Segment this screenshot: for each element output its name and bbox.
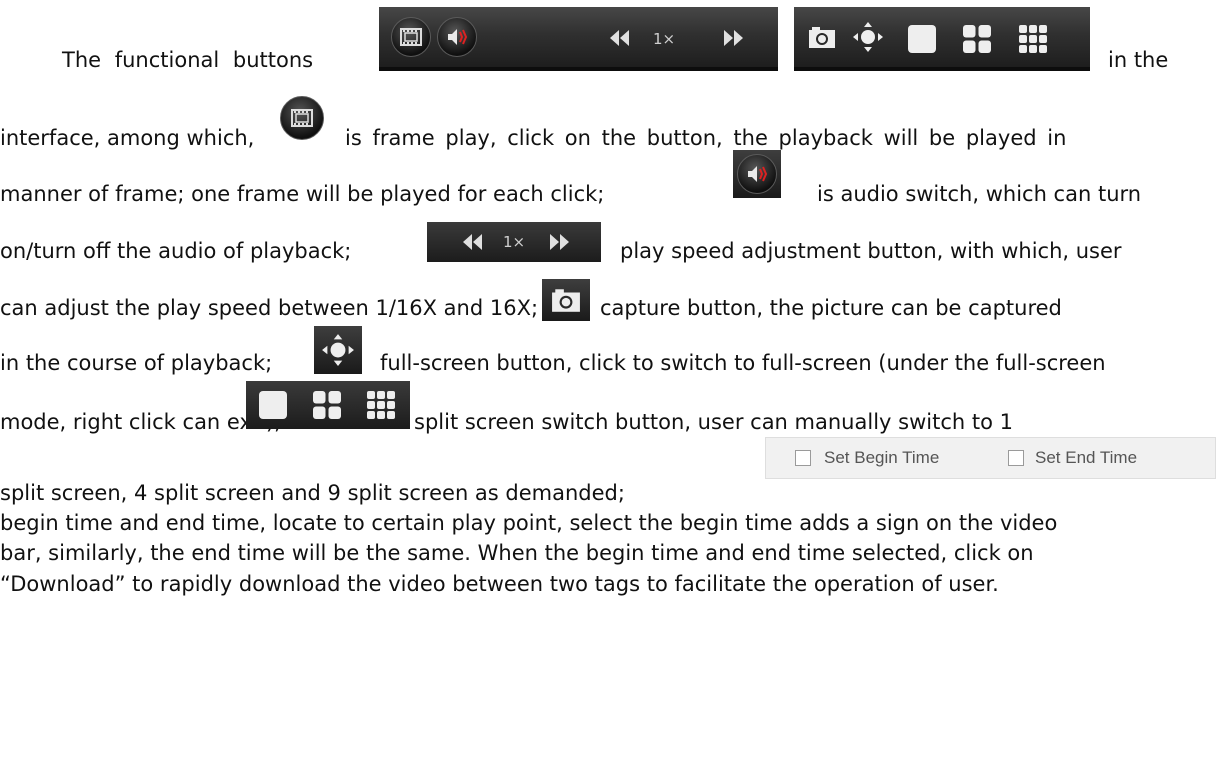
paragraph-text: manner of frame; one frame will be playe… (0, 182, 605, 206)
playback-tools-bar (794, 7, 1090, 71)
nine-split-icon (366, 390, 396, 420)
fullscreen-icon-inline (314, 326, 362, 374)
paragraph-text: begin time and end time, locate to certa… (0, 511, 1058, 535)
rewind-icon[interactable] (608, 29, 630, 47)
set-begin-time-label: Set Begin Time (824, 448, 940, 467)
fullscreen-icon[interactable] (852, 21, 884, 53)
film-icon (291, 109, 313, 127)
paragraph-text: can adjust the play speed between 1/16X … (0, 296, 539, 320)
paragraph-text: in the course of playback; (0, 351, 273, 375)
playback-control-bar: 1× (379, 7, 778, 71)
four-split-icon (312, 390, 342, 420)
paragraph-text: in the (1108, 48, 1169, 72)
frame-play-icon-inline (280, 96, 324, 140)
paragraph-text: full-screen button, click to switch to f… (380, 351, 1106, 375)
rewind-icon (461, 233, 483, 251)
single-split-icon[interactable] (907, 24, 937, 54)
paragraph-text: mode, right click can exit); (0, 410, 282, 434)
nine-split-icon[interactable] (1018, 24, 1048, 54)
time-markers-box: Set Begin Time Set End Time (765, 437, 1216, 479)
paragraph-text: play speed adjustment button, with which… (620, 239, 1122, 263)
audio-switch-button[interactable] (437, 17, 477, 57)
speed-label: 1× (503, 233, 526, 251)
paragraph-text: interface, among which, (0, 126, 255, 150)
speed-adjust-icon-inline: 1× (427, 222, 601, 262)
frame-play-button[interactable] (391, 17, 431, 57)
film-icon (400, 28, 422, 46)
paragraph-text: bar, similarly, the end time will be the… (0, 541, 1034, 565)
paragraph-text: The functional buttons (62, 48, 314, 72)
fast-forward-icon[interactable] (723, 29, 745, 47)
paragraph-text: “Download” to rapidly download the video… (0, 572, 999, 596)
split-screen-icons-inline (246, 381, 410, 429)
paragraph-text: split screen switch button, user can man… (414, 410, 1013, 434)
paragraph-text: is frame play, click on the button, the … (345, 126, 1067, 150)
fullscreen-icon (321, 333, 355, 367)
audio-switch-icon-inline (733, 150, 781, 198)
set-end-time-label: Set End Time (1035, 448, 1138, 467)
single-split-icon (258, 390, 288, 420)
paragraph-text: capture button, the picture can be captu… (600, 296, 1062, 320)
four-split-icon[interactable] (962, 24, 992, 54)
paragraph-text: is audio switch, which can turn (817, 182, 1142, 206)
fast-forward-icon (549, 233, 571, 251)
paragraph-text: on/turn off the audio of playback; (0, 239, 352, 263)
set-end-time-checkbox[interactable] (1008, 450, 1024, 466)
camera-icon[interactable] (808, 25, 836, 49)
speed-label: 1× (653, 30, 676, 48)
paragraph-text: split screen, 4 split screen and 9 split… (0, 481, 625, 505)
speaker-icon (746, 164, 768, 184)
speaker-icon (446, 27, 468, 47)
audio-circle (737, 154, 777, 194)
capture-icon-inline (542, 279, 590, 321)
set-begin-time-checkbox[interactable] (795, 450, 811, 466)
camera-icon (551, 287, 581, 313)
